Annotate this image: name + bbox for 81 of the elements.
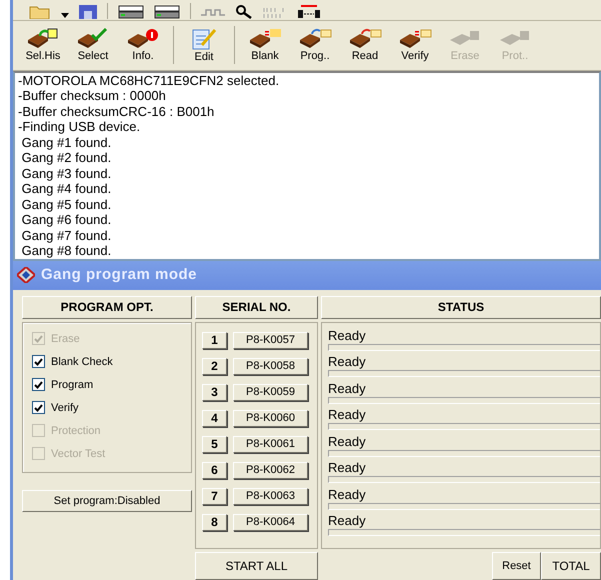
gang-number-button[interactable]: 4 xyxy=(202,410,227,427)
log-line: -Finding USB device. xyxy=(18,119,140,135)
column-header: STATUS xyxy=(321,296,601,319)
checkbox[interactable] xyxy=(32,401,45,414)
serial-button[interactable]: P8-K0063 xyxy=(233,488,308,505)
log-line: Gang #4 found. xyxy=(20,181,112,197)
gang-number-button[interactable]: 3 xyxy=(202,384,227,401)
gang-number-button[interactable]: 6 xyxy=(202,462,227,479)
gang-number-button[interactable]: 2 xyxy=(202,358,227,375)
gang-number-button[interactable]: 8 xyxy=(202,514,227,531)
chip-folder-icon xyxy=(398,28,432,50)
serial-button[interactable]: P8-K0062 xyxy=(233,462,308,479)
option-label: Verify xyxy=(51,400,79,416)
serial-button[interactable]: P8-K0064 xyxy=(233,514,308,531)
status-text: Ready xyxy=(328,460,367,476)
chip-info-icon xyxy=(126,28,160,50)
log-line: Gang #5 found. xyxy=(20,196,112,212)
folder-icon[interactable] xyxy=(29,4,51,19)
column-header: PROGRAM OPT. xyxy=(22,296,192,319)
gang-number-button[interactable]: 5 xyxy=(202,436,227,453)
save-icon[interactable] xyxy=(79,4,97,19)
chip-folder-icon xyxy=(298,28,332,50)
checkbox[interactable] xyxy=(32,355,45,368)
log-line: Gang #8 found. xyxy=(20,243,112,259)
option-label: Erase xyxy=(51,332,80,347)
serial-button[interactable]: P8-K0061 xyxy=(233,436,308,453)
check-icon xyxy=(34,404,43,412)
window-title: Gang program mode xyxy=(41,265,198,286)
connector-icon[interactable] xyxy=(297,4,321,19)
toolbar-button[interactable]: Verify xyxy=(391,22,439,68)
reset-button[interactable]: Reset xyxy=(492,552,541,580)
gang-number-button[interactable]: 7 xyxy=(202,488,227,505)
status-text: Ready xyxy=(328,380,367,397)
chip-check-icon xyxy=(76,28,110,50)
log-line: Gang #7 found. xyxy=(20,228,112,244)
start-all-button[interactable]: START ALL xyxy=(195,552,318,580)
status-text: Ready xyxy=(328,328,367,344)
check-icon xyxy=(34,334,43,343)
status-text: Ready xyxy=(328,513,367,530)
set-program-button[interactable]: Set program:Disabled xyxy=(22,490,192,512)
caret-icon[interactable] xyxy=(61,12,69,19)
checkbox[interactable] xyxy=(32,378,45,392)
toolbar-button[interactable]: Info. xyxy=(119,22,167,68)
toolbar-button[interactable]: Prog.. xyxy=(291,22,339,68)
option-label: Vector Test xyxy=(51,446,106,462)
chip-folder-icon xyxy=(348,28,382,50)
chip-note-icon xyxy=(26,28,60,50)
option-label: Program xyxy=(51,378,94,393)
toolbar-button[interactable]: Read xyxy=(341,22,389,68)
device-icon[interactable] xyxy=(154,4,180,19)
log-line: -MOTOROLA MC68HC711E9CFN2 selected. xyxy=(18,72,280,88)
chip-ff-icon xyxy=(248,28,282,50)
serial-button[interactable]: P8-K0060 xyxy=(233,410,308,427)
status-text: Ready xyxy=(328,407,367,424)
toolbar-button[interactable]: Select xyxy=(69,22,117,68)
status-text: Ready xyxy=(328,434,367,450)
toolbar-button[interactable]: Blank xyxy=(241,22,289,68)
toolbar-button[interactable]: Edit xyxy=(180,22,228,68)
check-icon xyxy=(34,358,43,366)
status-text: Ready xyxy=(328,354,367,370)
log-line: -Buffer checksumCRC-16 : B001h xyxy=(18,104,214,120)
serial-button[interactable]: P8-K0058 xyxy=(233,358,308,375)
status-text: Ready xyxy=(328,486,367,503)
serial-button[interactable]: P8-K0057 xyxy=(233,332,308,349)
option-label: Blank Check xyxy=(51,354,113,370)
check-icon xyxy=(34,380,43,389)
log-line: Gang #6 found. xyxy=(20,212,112,228)
search-icon[interactable] xyxy=(235,4,253,19)
log-line: -Buffer checksum : 0000h xyxy=(18,88,166,104)
gang-number-button[interactable]: 1 xyxy=(202,332,227,349)
log-line: Gang #1 found. xyxy=(20,134,112,150)
device-icon[interactable] xyxy=(118,4,144,19)
app-logo-icon xyxy=(17,267,35,284)
option-label: Protection xyxy=(51,424,101,439)
log-line: Gang #2 found. xyxy=(20,150,112,166)
serial-button[interactable]: P8-K0059 xyxy=(233,384,308,401)
log-line: Gang #3 found. xyxy=(20,166,112,182)
toolbar-button[interactable]: Sel.His xyxy=(19,22,67,68)
total-label: TOTAL xyxy=(541,552,601,580)
column-header: SERIAL NO. xyxy=(195,296,318,319)
notepad-pencil-icon xyxy=(190,26,218,51)
